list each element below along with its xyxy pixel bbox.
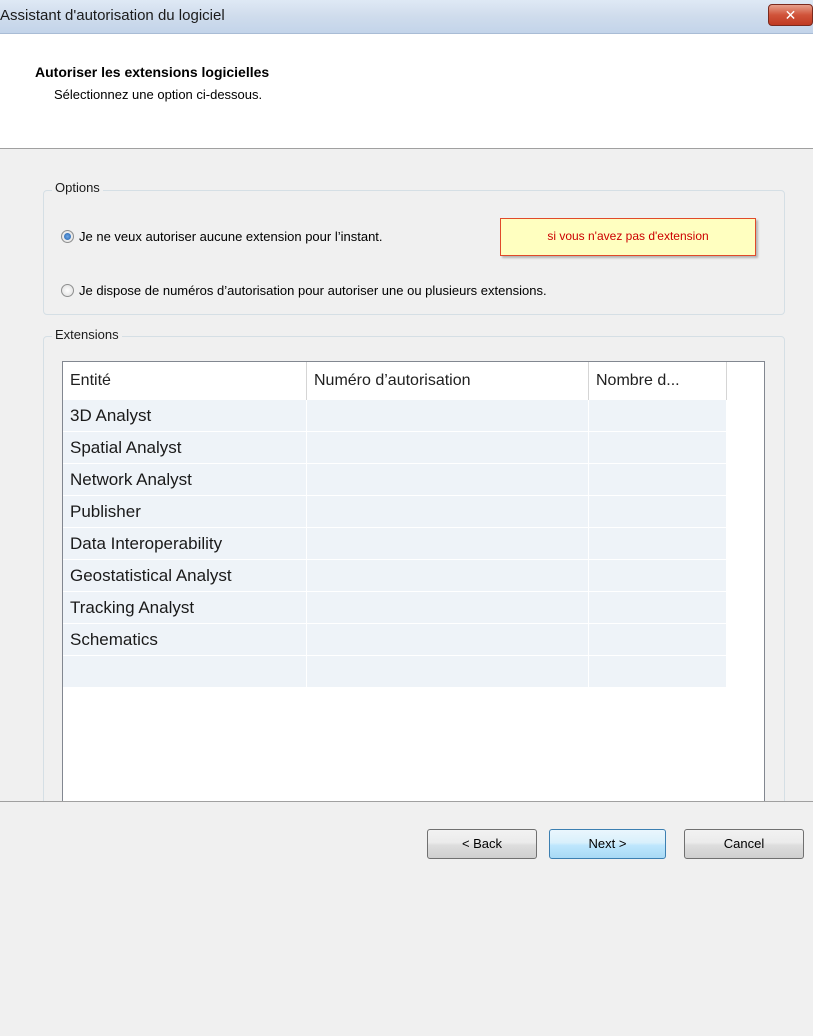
cell-count: [589, 592, 727, 624]
table-row[interactable]: Tracking Analyst: [63, 592, 727, 624]
back-button[interactable]: < Back: [427, 829, 537, 859]
close-button[interactable]: ✕: [768, 4, 813, 26]
cell-entity: Spatial Analyst: [63, 432, 307, 464]
table-row[interactable]: [63, 656, 727, 688]
cell-count: [589, 400, 727, 432]
cell-number[interactable]: [307, 400, 589, 432]
cell-number[interactable]: [307, 592, 589, 624]
radio-no-extension[interactable]: [61, 230, 74, 243]
cell-entity: Schematics: [63, 624, 307, 656]
radio-have-numbers[interactable]: [61, 284, 74, 297]
cell-number[interactable]: [307, 560, 589, 592]
table-row[interactable]: Geostatistical Analyst: [63, 560, 727, 592]
wizard-footer: < Back Next > Cancel: [0, 801, 813, 1036]
cell-entity: Geostatistical Analyst: [63, 560, 307, 592]
list-rows: 3D Analyst Spatial Analyst Network Analy…: [63, 400, 727, 688]
table-row[interactable]: 3D Analyst: [63, 400, 727, 432]
list-header: Entité Numéro d’autorisation Nombre d...: [63, 362, 764, 400]
option-no-extension[interactable]: Je ne veux autoriser aucune extension po…: [61, 229, 383, 244]
cell-entity: Tracking Analyst: [63, 592, 307, 624]
page-title: Autoriser les extensions logicielles: [35, 64, 270, 80]
table-row[interactable]: Schematics: [63, 624, 727, 656]
option-no-extension-label: Je ne veux autoriser aucune extension po…: [79, 229, 383, 244]
option-have-numbers[interactable]: Je dispose de numéros d’autorisation pou…: [61, 283, 547, 298]
cell-entity: [63, 656, 307, 688]
window-title: Assistant d'autorisation du logiciel: [0, 7, 225, 24]
extensions-group-label: Extensions: [52, 327, 122, 342]
cell-count: [589, 528, 727, 560]
options-group-label: Options: [52, 180, 103, 195]
next-button[interactable]: Next >: [549, 829, 666, 859]
cell-entity: Network Analyst: [63, 464, 307, 496]
option-have-numbers-label: Je dispose de numéros d’autorisation pou…: [79, 283, 547, 298]
table-row[interactable]: Data Interoperability: [63, 528, 727, 560]
cell-count: [589, 496, 727, 528]
column-header-filler: [727, 362, 764, 400]
tooltip-text: si vous n'avez pas d'extension: [547, 229, 709, 243]
cell-number[interactable]: [307, 656, 589, 688]
cell-count: [589, 464, 727, 496]
extensions-list[interactable]: Entité Numéro d’autorisation Nombre d...…: [62, 361, 765, 837]
cell-count: [589, 624, 727, 656]
cell-number[interactable]: [307, 624, 589, 656]
wizard-header: Autoriser les extensions logicielles Sél…: [0, 34, 813, 149]
title-bar: Assistant d'autorisation du logiciel ✕: [0, 0, 813, 34]
cell-count: [589, 656, 727, 688]
cancel-button[interactable]: Cancel: [684, 829, 804, 859]
annotation-tooltip: si vous n'avez pas d'extension: [500, 218, 756, 256]
table-row[interactable]: Publisher: [63, 496, 727, 528]
cell-entity: Publisher: [63, 496, 307, 528]
column-header-entity[interactable]: Entité: [63, 362, 307, 400]
cell-number[interactable]: [307, 464, 589, 496]
column-header-number[interactable]: Numéro d’autorisation: [307, 362, 589, 400]
cell-number[interactable]: [307, 496, 589, 528]
column-header-count[interactable]: Nombre d...: [589, 362, 727, 400]
cell-number[interactable]: [307, 432, 589, 464]
close-icon: ✕: [784, 7, 797, 23]
table-row[interactable]: Network Analyst: [63, 464, 727, 496]
page-subtitle: Sélectionnez une option ci-dessous.: [54, 87, 263, 102]
cell-number[interactable]: [307, 528, 589, 560]
cell-count: [589, 432, 727, 464]
cell-entity: 3D Analyst: [63, 400, 307, 432]
cell-entity: Data Interoperability: [63, 528, 307, 560]
cell-count: [589, 560, 727, 592]
table-row[interactable]: Spatial Analyst: [63, 432, 727, 464]
